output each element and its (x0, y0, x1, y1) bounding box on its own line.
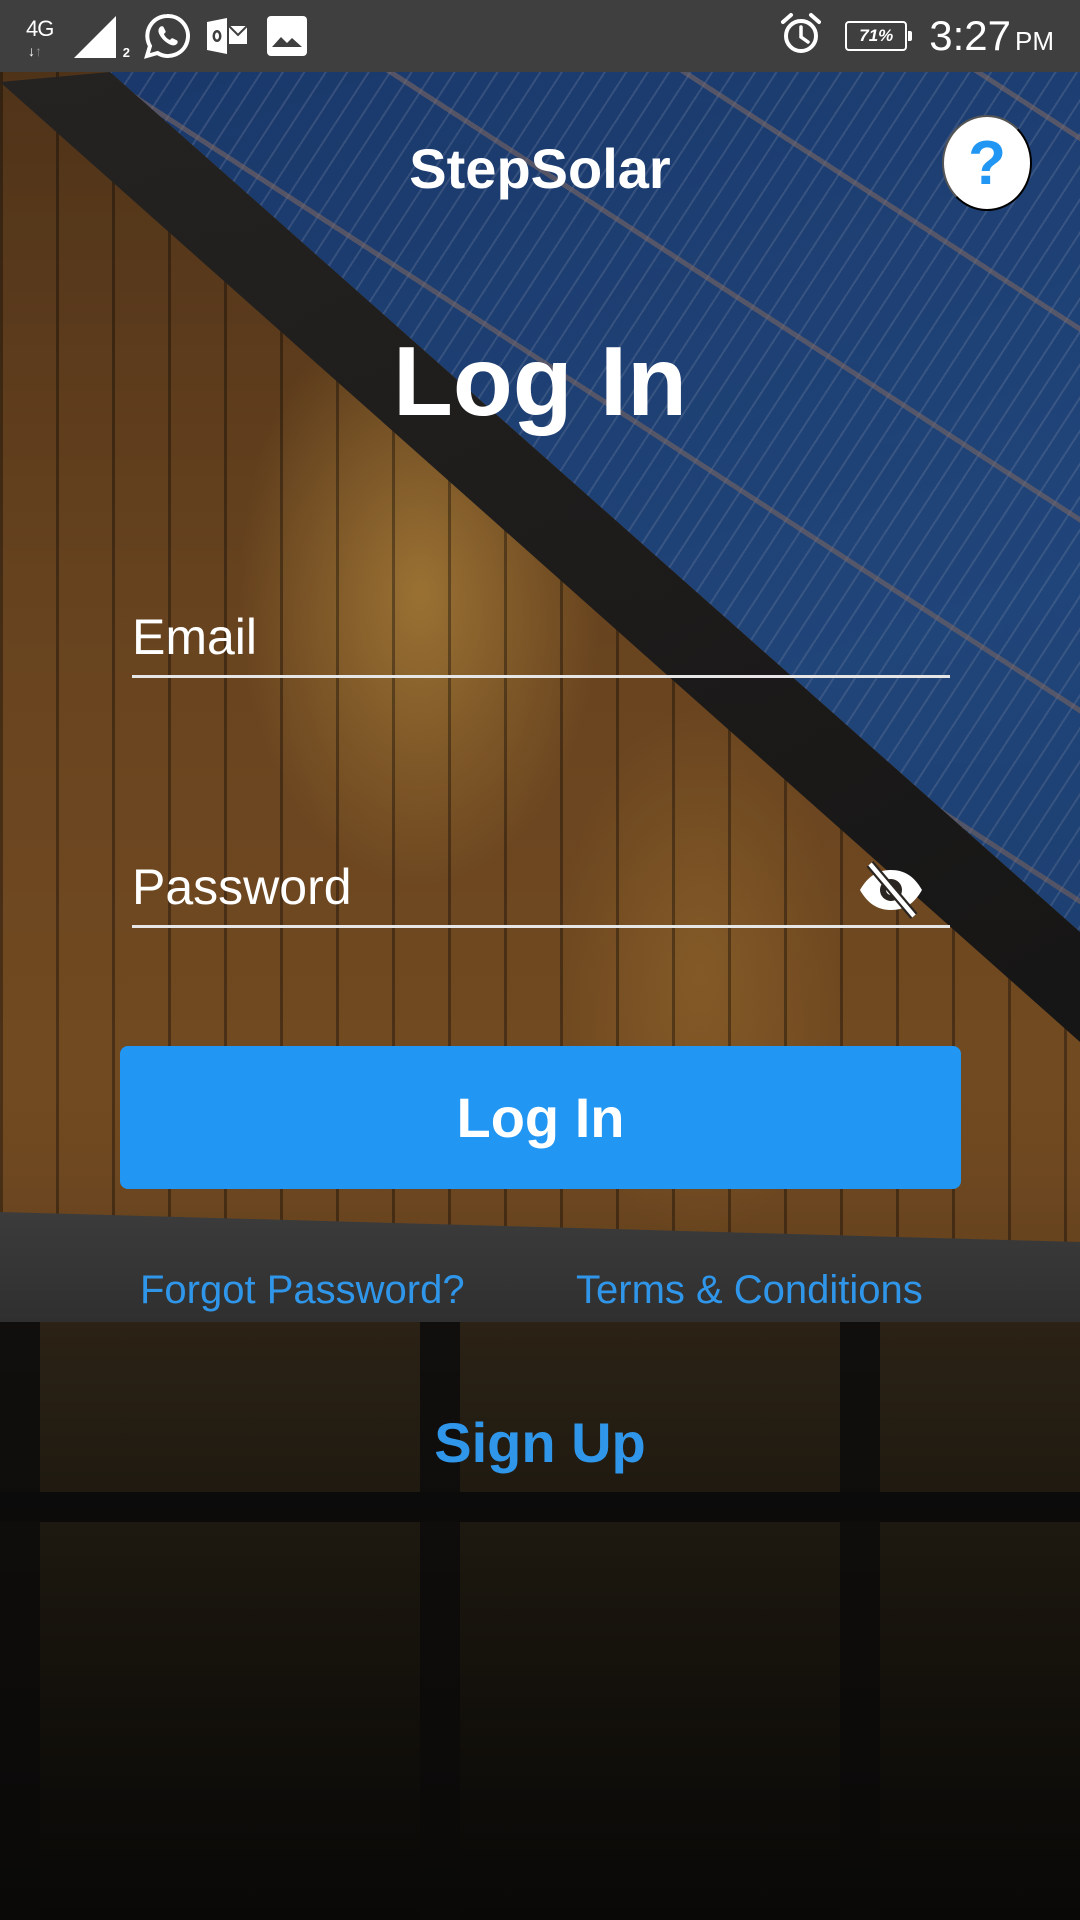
help-icon: ? (968, 128, 1006, 198)
toggle-password-visibility[interactable] (856, 860, 926, 920)
network-type-label: 4G (26, 16, 54, 41)
login-button[interactable]: Log In (120, 1046, 961, 1189)
help-button[interactable]: ? (942, 115, 1032, 211)
sim-slot-label: 2 (122, 45, 130, 60)
battery-indicator: 71% (845, 21, 913, 51)
brand-title: StepSolar (409, 137, 671, 200)
battery-percent: 71% (859, 26, 894, 45)
forgot-password-link[interactable]: Forgot Password? (140, 1268, 465, 1313)
sign-up-link[interactable]: Sign Up (0, 1410, 1080, 1475)
clock-time: 3:27 (929, 12, 1011, 59)
network-type-icon: 4G ↓↑ (26, 14, 60, 58)
status-left: 4G ↓↑ 2 (26, 12, 310, 60)
clock: 3:27 PM (929, 12, 1054, 60)
email-input[interactable] (132, 598, 950, 675)
status-right: 71% 3:27 PM (779, 10, 1054, 62)
whatsapp-icon (144, 13, 190, 59)
signal-strength-icon: 2 (74, 14, 130, 60)
eye-off-icon (860, 861, 922, 919)
terms-conditions-link[interactable]: Terms & Conditions (576, 1268, 923, 1313)
page-title: Log In (393, 326, 687, 436)
outlook-icon (204, 13, 250, 59)
clock-ampm: PM (1015, 26, 1054, 56)
password-input[interactable] (132, 848, 950, 925)
alarm-icon (779, 12, 823, 61)
password-field-container (132, 848, 950, 928)
email-field-container (132, 598, 950, 678)
status-bar: 4G ↓↑ 2 71% 3:27 PM (0, 0, 1080, 72)
data-activity-icon: ↓↑ (28, 43, 42, 59)
gallery-icon (264, 13, 310, 59)
